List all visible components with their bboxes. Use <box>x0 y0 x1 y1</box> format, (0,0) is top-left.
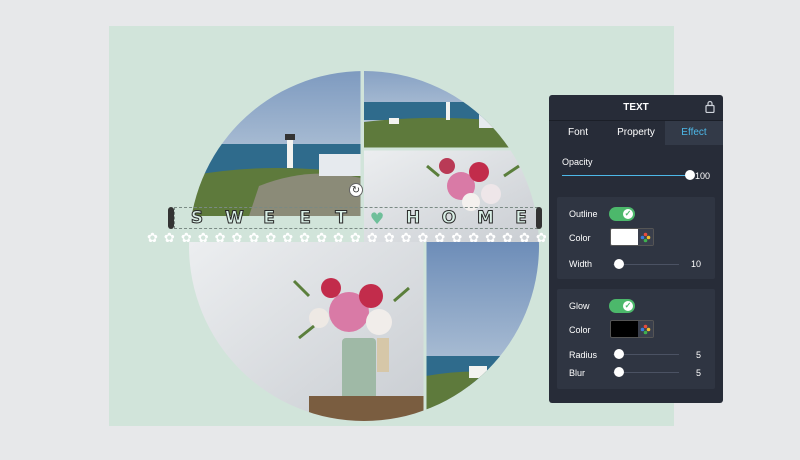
photo-lighthouse-bottom-right[interactable] <box>426 242 544 426</box>
daisy-icon: ✿ <box>485 230 497 245</box>
tab-effect[interactable]: Effect <box>665 121 723 145</box>
daisy-icon: ✿ <box>417 230 429 245</box>
daisy-icon: ✿ <box>468 230 480 245</box>
outline-width-slider-knob[interactable] <box>614 259 624 269</box>
letter: E <box>299 208 312 229</box>
glow-toggle[interactable]: ✓ <box>609 299 635 313</box>
photo-flowers-left[interactable] <box>189 242 425 426</box>
heart-icon: ♥ <box>369 208 385 228</box>
tab-font[interactable]: Font <box>549 121 607 145</box>
opacity-slider-knob[interactable] <box>685 170 695 180</box>
daisy-icon: ✿ <box>434 230 446 245</box>
daisy-icon: ✿ <box>180 230 192 245</box>
resize-handle-right[interactable] <box>536 207 542 229</box>
color-wheel-icon[interactable] <box>638 321 653 337</box>
panel-title-label: TEXT <box>623 102 649 113</box>
glow-radius-label: Radius <box>569 350 598 360</box>
daisy-icon: ✿ <box>316 230 327 245</box>
daisy-icon: ✿ <box>535 230 547 245</box>
opacity-value: 100 <box>695 171 711 181</box>
outline-color-swatch <box>611 229 639 245</box>
opacity-label: Opacity <box>562 157 593 167</box>
daisy-icon: ✿ <box>332 230 344 245</box>
resize-handle-left[interactable] <box>168 207 174 229</box>
glow-radius-slider-knob[interactable] <box>614 349 624 359</box>
glow-blur-label: Blur <box>569 368 586 378</box>
daisy-border: ✿ ✿ ✿ ✿ ✿ ✿ ✿ ✿ ✿ ✿ ✿ ✿ ✿ ✿ ✿ ✿ ✿ ✿ ✿ ✿ ✿ ✿ ✿ ✿ <box>147 231 547 245</box>
glow-color-picker[interactable] <box>610 320 654 338</box>
lock-icon[interactable] <box>705 100 715 113</box>
glow-radius-value: 5 <box>696 350 702 360</box>
daisy-icon: ✿ <box>400 230 412 245</box>
daisy-icon: ✿ <box>197 230 209 245</box>
panel-tabs: Font Property Effect <box>549 120 723 145</box>
letter: S <box>190 208 204 229</box>
daisy-icon: ✿ <box>518 230 530 245</box>
rotate-icon[interactable]: ↻ <box>349 183 363 197</box>
daisy-icon: ✿ <box>163 230 175 245</box>
daisy-icon: ✿ <box>282 230 294 245</box>
glow-label: Glow <box>569 301 590 311</box>
outline-toggle[interactable]: ✓ <box>609 207 635 221</box>
outline-width-value: 10 <box>691 259 702 269</box>
daisy-icon: ✿ <box>299 230 311 245</box>
daisy-icon: ✿ <box>383 230 395 245</box>
letter: T <box>335 208 348 229</box>
outline-color-picker[interactable] <box>610 228 654 246</box>
letter: W <box>225 208 245 229</box>
glow-section: Glow ✓ Color Radius 5 Blur 5 <box>557 289 715 389</box>
letter: E <box>515 208 528 229</box>
outline-section: Outline ✓ Color Width 10 <box>557 197 715 279</box>
letter: O <box>441 208 457 229</box>
daisy-icon: ✿ <box>231 230 243 245</box>
text-sweet-home[interactable]: S W E E T ♥ H O M E <box>189 207 529 229</box>
glow-blur-value: 5 <box>696 368 702 378</box>
daisy-icon: ✿ <box>366 230 378 245</box>
photo-lighthouse-top-left[interactable] <box>189 40 361 216</box>
daisy-icon: ✿ <box>147 230 158 245</box>
opacity-slider-fill <box>562 175 690 176</box>
text-effect-panel: TEXT Font Property Effect Opacity 100 Ou… <box>549 95 723 403</box>
outline-width-label: Width <box>569 259 593 269</box>
check-icon: ✓ <box>623 301 633 311</box>
color-wheel-icon[interactable] <box>638 229 653 245</box>
daisy-icon: ✿ <box>248 230 260 245</box>
outline-label: Outline <box>569 209 598 219</box>
glow-color-label: Color <box>569 325 591 335</box>
panel-title: TEXT <box>549 95 723 120</box>
daisy-icon: ✿ <box>502 230 513 245</box>
outline-color-label: Color <box>569 233 591 243</box>
letter: H <box>405 208 421 229</box>
check-icon: ✓ <box>623 209 633 219</box>
letter: E <box>263 208 276 229</box>
daisy-icon: ✿ <box>265 230 277 245</box>
tab-property[interactable]: Property <box>607 121 665 145</box>
photo-lighthouse-top-right[interactable] <box>364 40 544 148</box>
daisy-icon: ✿ <box>349 230 361 245</box>
letter: M <box>477 208 495 229</box>
glow-color-swatch <box>611 321 639 337</box>
daisy-icon: ✿ <box>214 230 226 245</box>
glow-blur-slider-knob[interactable] <box>614 367 624 377</box>
daisy-icon: ✿ <box>451 230 463 245</box>
